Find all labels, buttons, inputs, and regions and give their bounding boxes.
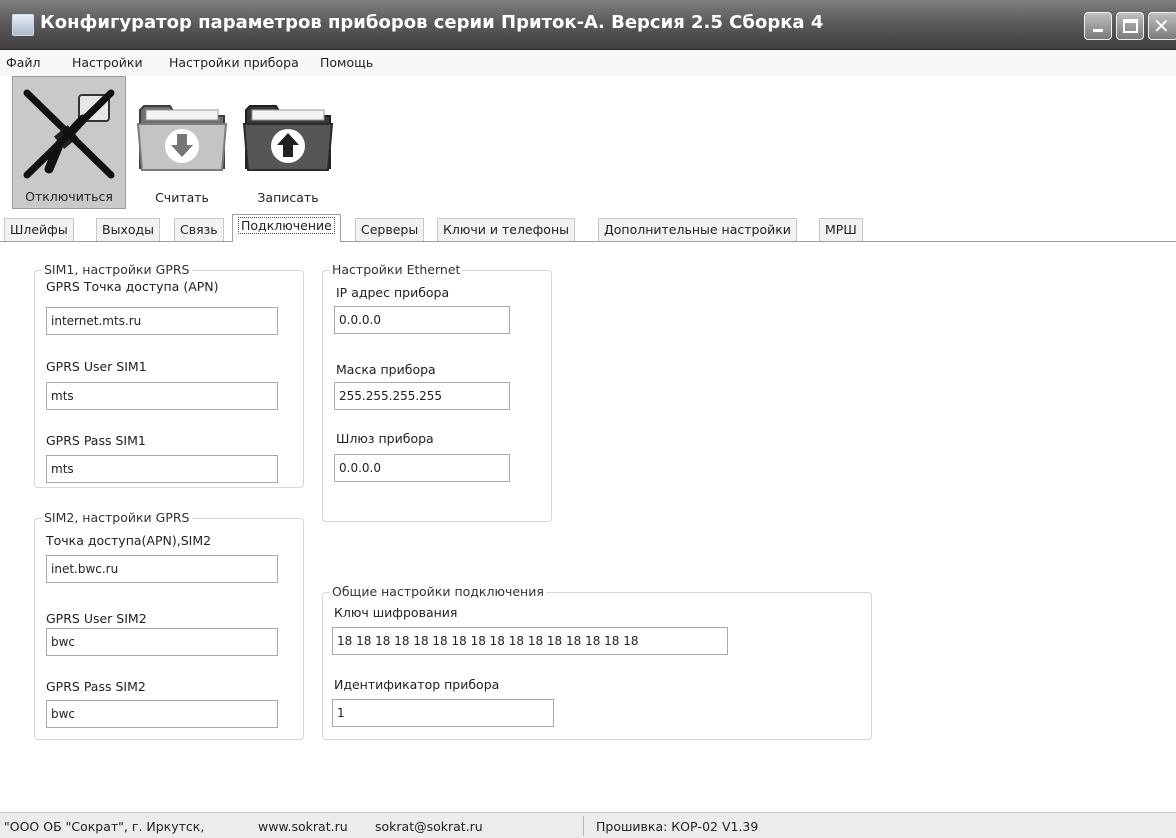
tab-label: Связь — [180, 222, 218, 237]
tab-connection[interactable]: Подключение — [232, 214, 341, 242]
window-title: Конфигуратор параметров приборов серии П… — [40, 12, 824, 33]
folder-upload-icon — [242, 105, 334, 171]
status-website: www.sokrat.ru — [258, 819, 348, 834]
sim2-legend: SIM2, настройки GPRS — [42, 510, 192, 526]
sim2-apn-label: Точка доступа(APN),SIM2 — [46, 533, 212, 548]
tab-servers[interactable]: Серверы — [355, 218, 425, 242]
menu-device-settings[interactable]: Настройки прибора — [169, 55, 299, 70]
menu-bar: Файл Настройки Настройки прибора Помощь — [0, 50, 1176, 76]
sim2-apn-input[interactable] — [46, 555, 278, 583]
sim2-pass-input[interactable] — [46, 700, 278, 728]
minimize-icon — [1093, 29, 1103, 32]
tab-label: Шлейфы — [10, 222, 68, 237]
encryption-key-label: Ключ шифрования — [334, 605, 458, 620]
disconnect-icon — [23, 89, 115, 179]
tab-additional-settings[interactable]: Дополнительные настройки — [598, 218, 797, 242]
ethernet-gateway-input[interactable] — [334, 454, 510, 482]
menu-file[interactable]: Файл — [6, 55, 41, 70]
ethernet-group: Настройки Ethernet IP адрес прибора Маск… — [322, 262, 552, 522]
sim1-user-label: GPRS User SIM1 — [46, 359, 147, 374]
menu-help[interactable]: Помощь — [320, 55, 373, 70]
maximize-icon — [1123, 19, 1138, 33]
read-label: Считать — [155, 190, 209, 205]
sim1-pass-label: GPRS Pass SIM1 — [46, 433, 146, 448]
tab-bar: Шлейфы Выходы Связь Подключение Серверы … — [0, 212, 1176, 242]
tab-label: Ключи и телефоны — [443, 222, 569, 237]
tab-mrsh[interactable]: МРШ — [819, 218, 863, 242]
tab-label: Серверы — [361, 222, 419, 237]
main-window: Конфигуратор параметров приборов серии П… — [0, 0, 1176, 838]
close-icon: ✕ — [1153, 14, 1170, 38]
tab-outputs[interactable]: Выходы — [96, 218, 161, 242]
disconnect-label: Отключиться — [25, 189, 113, 204]
close-button[interactable]: ✕ — [1148, 12, 1176, 40]
tab-label: Дополнительные настройки — [604, 222, 791, 237]
status-firmware: Прошивка: КОР-02 V1.39 — [596, 819, 759, 834]
sim1-legend: SIM1, настройки GPRS — [42, 262, 192, 278]
tab-label: Выходы — [102, 222, 155, 237]
ethernet-legend: Настройки Ethernet — [330, 262, 463, 278]
ethernet-gateway-label: Шлюз прибора — [336, 431, 434, 446]
tab-keys-phones[interactable]: Ключи и телефоны — [437, 218, 575, 242]
sim2-pass-label: GPRS Pass SIM2 — [46, 679, 146, 694]
title-bar[interactable]: Конфигуратор параметров приборов серии П… — [0, 0, 1176, 50]
tab-label: Подключение — [238, 217, 335, 234]
tab-label: МРШ — [825, 222, 857, 237]
status-company: "ООО ОБ "Сократ", г. Иркутск, — [4, 819, 205, 834]
tab-loops[interactable]: Шлейфы — [4, 218, 74, 242]
sim2-group: SIM2, настройки GPRS Точка доступа(APN),… — [34, 510, 304, 740]
sim1-user-input[interactable] — [46, 382, 278, 410]
app-icon — [12, 14, 34, 36]
maximize-button[interactable] — [1116, 12, 1144, 40]
write-button[interactable]: Записать — [236, 76, 340, 209]
sim1-pass-input[interactable] — [46, 455, 278, 483]
tab-link[interactable]: Связь — [174, 218, 224, 242]
general-legend: Общие настройки подключения — [330, 584, 546, 600]
folder-download-icon — [136, 105, 228, 171]
sim2-user-input[interactable] — [46, 628, 278, 656]
sim1-apn-input[interactable] — [46, 307, 278, 335]
write-label: Записать — [257, 190, 319, 205]
status-email: sokrat@sokrat.ru — [375, 819, 483, 834]
toolbar: Отключиться Считать Записать — [0, 76, 1176, 212]
encryption-key-input[interactable] — [332, 627, 728, 655]
ethernet-ip-input[interactable] — [334, 306, 510, 334]
connection-panel: SIM1, настройки GPRS GPRS Точка доступа … — [0, 242, 1176, 812]
ethernet-ip-label: IP адрес прибора — [336, 285, 450, 300]
general-group: Общие настройки подключения Ключ шифрова… — [322, 584, 872, 740]
sim1-apn-label: GPRS Точка доступа (APN) — [46, 279, 219, 294]
read-button[interactable]: Считать — [130, 76, 234, 209]
ethernet-mask-label: Маска прибора — [336, 362, 436, 377]
sim1-group: SIM1, настройки GPRS GPRS Точка доступа … — [34, 262, 304, 488]
menu-settings[interactable]: Настройки — [72, 55, 143, 70]
ethernet-mask-input[interactable] — [334, 382, 510, 410]
minimize-button[interactable] — [1084, 12, 1112, 40]
status-bar: "ООО ОБ "Сократ", г. Иркутск, www.sokrat… — [0, 812, 1176, 838]
sim2-user-label: GPRS User SIM2 — [46, 611, 147, 626]
disconnect-button[interactable]: Отключиться — [12, 76, 126, 209]
device-id-label: Идентификатор прибора — [334, 677, 500, 692]
status-separator — [583, 816, 584, 836]
device-id-input[interactable] — [332, 699, 554, 727]
